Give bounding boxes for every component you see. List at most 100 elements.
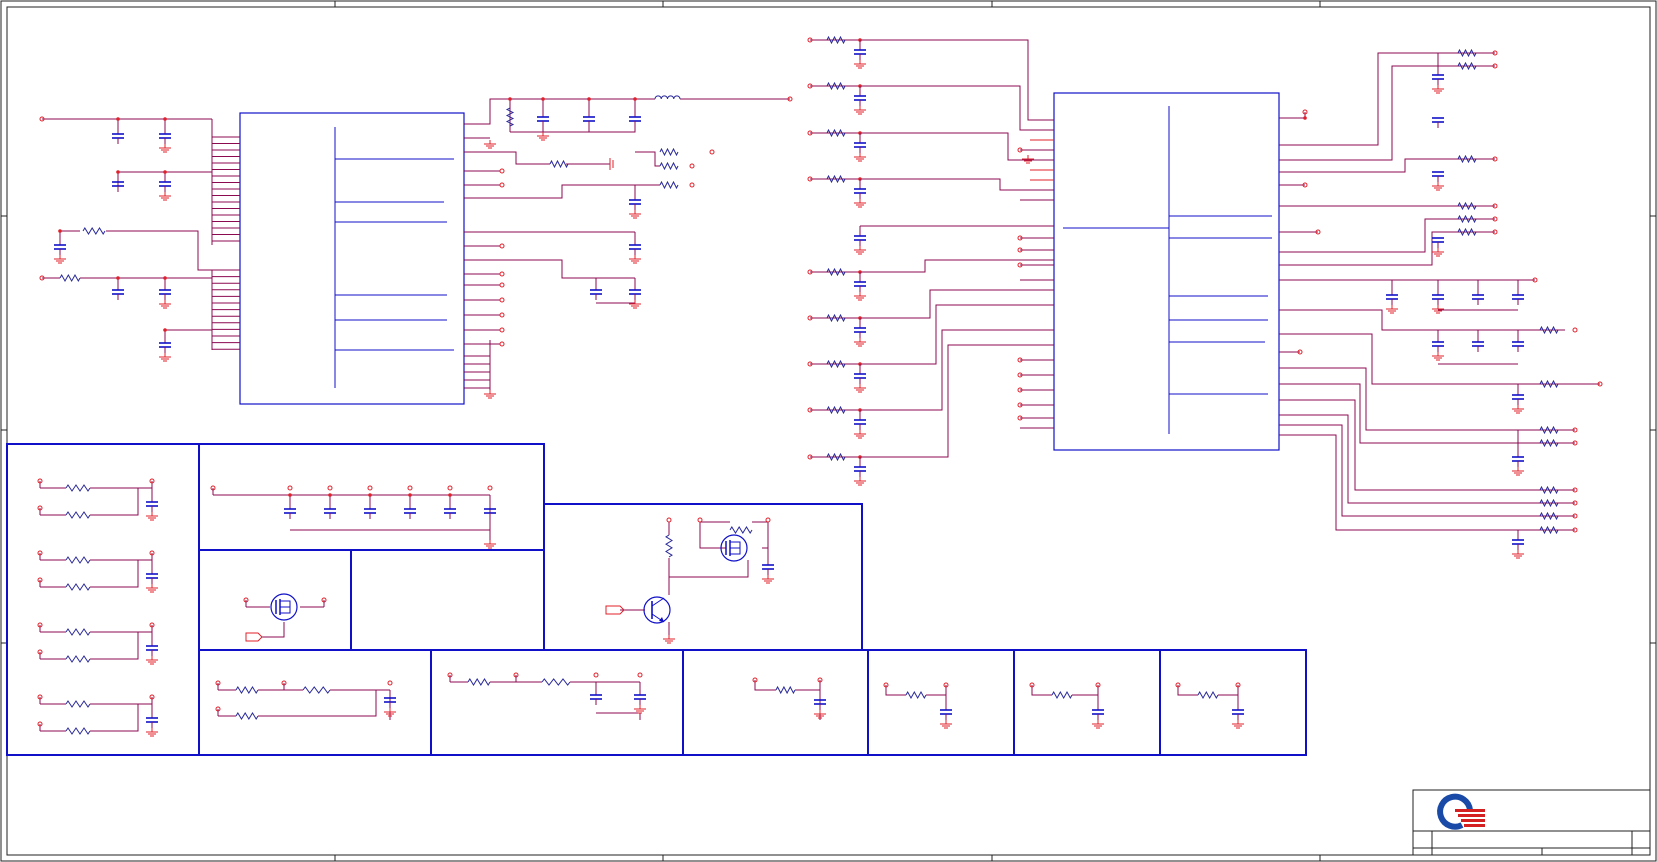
ground-icon <box>1386 305 1398 314</box>
terminal-icon <box>499 327 505 333</box>
resistor-icon <box>65 556 91 564</box>
junction-dot <box>587 97 591 101</box>
junction-dot <box>163 276 167 280</box>
terminal-icon <box>499 182 505 188</box>
capacitor-icon <box>159 342 171 353</box>
junction-dot <box>1303 116 1307 120</box>
ground-icon <box>1432 305 1444 314</box>
resistor-pair-networks <box>39 481 153 732</box>
ic-right <box>1053 92 1280 451</box>
ground-icon <box>854 106 866 115</box>
resistor-icon <box>826 359 846 369</box>
resistor-icon <box>65 583 91 591</box>
resistor-icon <box>59 273 81 283</box>
capacitor-icon <box>146 716 158 728</box>
junction-dot <box>328 493 332 497</box>
junction-dot <box>163 328 167 332</box>
resistor-icon <box>1539 425 1559 435</box>
capacitor-icon <box>583 113 595 127</box>
resistor-icon <box>65 655 91 663</box>
ground-icon <box>854 292 866 301</box>
capacitor-icon <box>537 113 549 127</box>
terminal-icon <box>499 282 505 288</box>
junction-dot <box>448 493 452 497</box>
resistor-icon <box>826 452 846 462</box>
terminal-icon <box>499 312 505 318</box>
terminal-icon <box>387 680 393 686</box>
capacitor-icon <box>1512 294 1524 305</box>
capacitor-icon <box>590 694 602 705</box>
inductor-icon <box>654 95 681 100</box>
terminal-icon <box>709 149 715 155</box>
capacitor-icon <box>854 86 866 106</box>
ground-icon <box>146 512 158 521</box>
capacitor-icon <box>1432 341 1444 352</box>
ic-right-output-network <box>1279 52 1600 540</box>
terminal-icon <box>593 672 599 678</box>
resistor-icon <box>1539 325 1559 335</box>
capacitor-icon <box>1472 341 1484 352</box>
ic-right-input-network <box>810 39 1054 458</box>
left-supply-network <box>42 118 213 350</box>
ground-icon <box>484 390 496 399</box>
resistor-icon <box>65 628 91 636</box>
ground-icon <box>484 540 496 549</box>
terminal-icon <box>487 485 493 491</box>
resistor-icon <box>775 685 796 695</box>
wire <box>90 559 153 572</box>
filter-networks <box>218 680 1239 720</box>
resistor-icon <box>729 526 753 534</box>
junction-dot <box>408 493 412 497</box>
ic-left <box>239 112 465 405</box>
resistor-icon <box>1539 511 1559 521</box>
ground-icon <box>629 300 641 309</box>
capacitor-icon <box>112 289 124 300</box>
wire <box>90 560 139 588</box>
terminal-icon <box>407 485 413 491</box>
net-label-flags <box>245 605 625 642</box>
terminal-icon <box>689 163 695 169</box>
ground-icon <box>1092 720 1104 729</box>
resistor-icon <box>665 534 673 558</box>
capacitor-icon <box>1232 709 1244 720</box>
terminal-icon <box>1572 327 1578 333</box>
capacitor-icon <box>1432 74 1444 85</box>
ground-icon <box>663 635 675 644</box>
capacitor-icon <box>629 113 641 127</box>
terminal-icon <box>499 297 505 303</box>
ground-icon <box>54 255 66 264</box>
ground-icon <box>854 477 866 486</box>
capacitor-icon <box>284 495 296 519</box>
junction-dot <box>163 170 167 174</box>
terminal-icon <box>499 243 505 249</box>
capacitor-icon <box>1092 709 1104 720</box>
resistor-icon <box>549 159 569 169</box>
decoupling-bank <box>213 494 491 540</box>
terminal-icon <box>447 485 453 491</box>
capacitor-icon <box>1512 539 1524 550</box>
mosfet-q1-icon <box>270 593 298 621</box>
resistor-icon <box>235 686 259 694</box>
ground-icon <box>146 584 158 593</box>
resistor-icon <box>1539 485 1559 495</box>
ground-icon <box>1432 85 1444 94</box>
capacitor-icon <box>854 133 866 153</box>
capacitor-icon <box>940 709 952 720</box>
terminal-icon <box>499 341 505 347</box>
terminal-icon <box>367 485 373 491</box>
junction-dot <box>163 117 167 121</box>
resistor-icon <box>905 690 927 700</box>
transistor-driver-net <box>620 521 769 635</box>
junction-dot <box>508 97 512 101</box>
resistor-icon <box>826 35 846 45</box>
capacitor-icon <box>629 199 641 210</box>
ground-icon <box>159 192 171 201</box>
resistor-icon <box>1457 227 1477 237</box>
ground-icon <box>854 153 866 162</box>
junction-dot <box>368 493 372 497</box>
wire <box>90 631 153 644</box>
capacitor-icon <box>854 272 866 292</box>
junction-dot <box>541 97 545 101</box>
capacitor-icon <box>854 226 866 246</box>
ground-icon <box>629 210 641 219</box>
